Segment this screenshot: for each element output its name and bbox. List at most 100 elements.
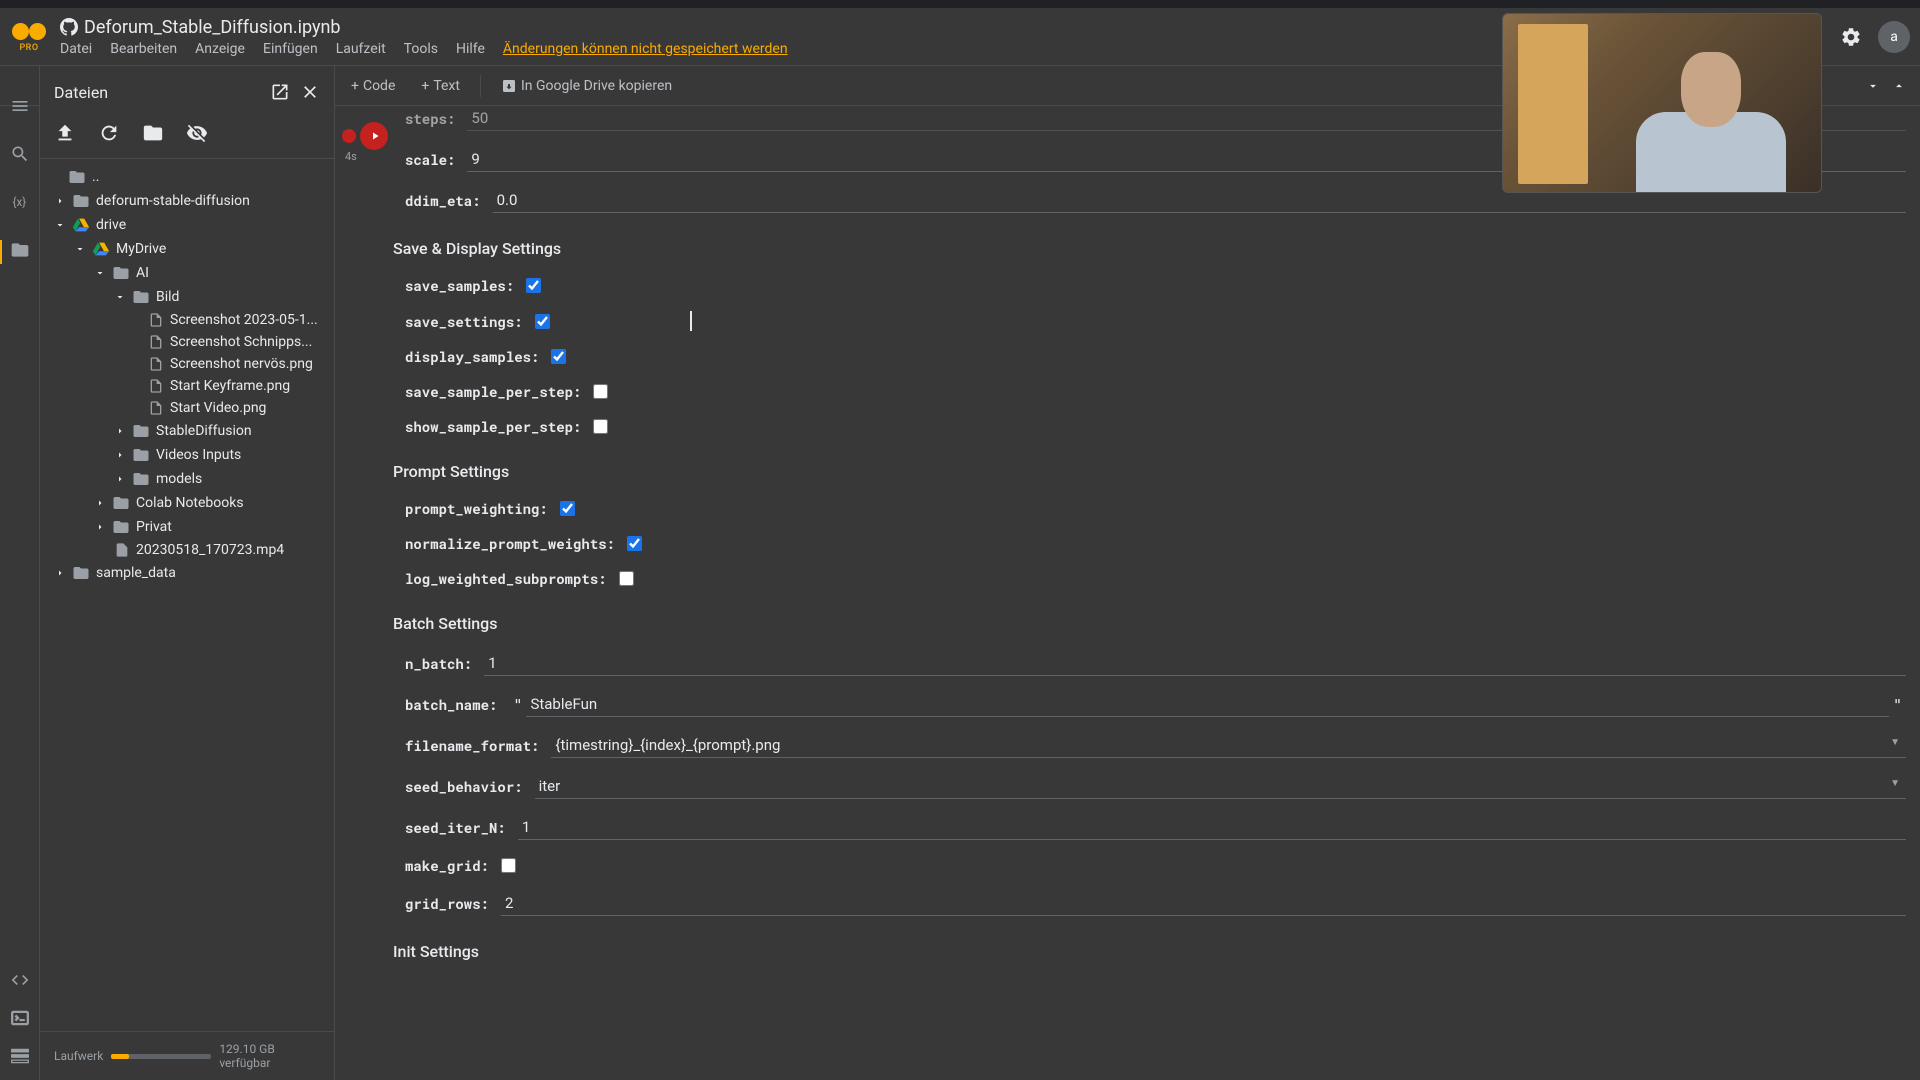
seed-behavior-select[interactable] (535, 774, 1906, 799)
display-samples-checkbox[interactable] (551, 349, 566, 364)
file-icon (148, 334, 164, 350)
gear-icon[interactable] (1840, 26, 1862, 48)
folder-icon (132, 446, 150, 464)
expand-icon (94, 497, 106, 509)
folder-icon (72, 564, 90, 582)
param-label: save_sample_per_step: (405, 382, 581, 401)
close-icon[interactable] (300, 82, 320, 102)
new-window-icon[interactable] (270, 82, 290, 102)
avatar[interactable]: a (1878, 21, 1910, 53)
param-label: scale: (405, 150, 455, 169)
copy-to-drive-button[interactable]: In Google Drive kopieren (495, 74, 678, 98)
param-label: save_settings: (405, 312, 523, 331)
folder-icon (72, 192, 90, 210)
param-label: steps: (405, 109, 455, 128)
normalize-prompt-weights-checkbox[interactable] (627, 536, 642, 551)
grid-rows-input[interactable] (501, 891, 1906, 916)
menu-edit[interactable]: Bearbeiten (110, 41, 177, 57)
folder-icon (10, 240, 30, 260)
save-settings-checkbox[interactable] (535, 314, 550, 329)
save-sample-per-step-checkbox[interactable] (593, 384, 608, 399)
menu-runtime[interactable]: Laufzeit (336, 41, 386, 57)
toc-icon[interactable] (10, 96, 30, 116)
seed-iter-n-input[interactable] (518, 815, 1906, 840)
menu-tools[interactable]: Tools (404, 41, 438, 57)
file-icon (114, 542, 130, 558)
section-header: Prompt Settings (393, 462, 1906, 481)
tree-folder[interactable]: Bild (40, 285, 334, 309)
param-label: filename_format: (405, 736, 539, 755)
param-label: batch_name: (405, 695, 497, 714)
tree-file[interactable]: Screenshot Schnipps... (40, 331, 334, 353)
tree-folder[interactable]: Colab Notebooks (40, 491, 334, 515)
files-sidebar: Dateien .. deforum-stable-diffusion driv… (40, 66, 335, 1080)
folder-icon (112, 518, 130, 536)
prompt-weighting-checkbox[interactable] (560, 501, 575, 516)
colab-logo[interactable]: PRO (10, 18, 48, 56)
tree-folder[interactable]: models (40, 467, 334, 491)
tree-folder[interactable]: StableDiffusion (40, 419, 334, 443)
chevron-up-icon[interactable] (1892, 79, 1906, 93)
batch-name-input[interactable] (526, 692, 1889, 717)
param-label: grid_rows: (405, 894, 489, 913)
file-tree: .. deforum-stable-diffusion drive MyDriv… (40, 159, 334, 1031)
show-sample-per-step-checkbox[interactable] (593, 419, 608, 434)
left-rail: {x} (0, 66, 40, 1080)
drive-icon (92, 240, 110, 258)
add-code-button[interactable]: + Code (345, 74, 401, 98)
file-icon (148, 312, 164, 328)
param-label: make_grid: (405, 856, 489, 875)
param-label: ddim_eta: (405, 191, 481, 210)
refresh-icon[interactable] (98, 122, 120, 144)
tree-folder[interactable]: Videos Inputs (40, 443, 334, 467)
tree-file[interactable]: Screenshot 2023-05-1... (40, 309, 334, 331)
make-grid-checkbox[interactable] (501, 858, 516, 873)
upload-icon[interactable] (54, 122, 76, 144)
tree-parent[interactable]: .. (40, 165, 334, 189)
collapse-icon (74, 243, 86, 255)
log-weighted-subprompts-checkbox[interactable] (619, 571, 634, 586)
tree-folder[interactable]: deforum-stable-diffusion (40, 189, 334, 213)
search-icon[interactable] (10, 144, 30, 164)
save-samples-checkbox[interactable] (526, 278, 541, 293)
tree-file[interactable]: 20230518_170723.mp4 (40, 539, 334, 561)
param-label: log_weighted_subprompts: (405, 569, 607, 588)
tree-file[interactable]: Start Keyframe.png (40, 375, 334, 397)
tree-folder[interactable]: Privat (40, 515, 334, 539)
sidebar-title: Dateien (54, 83, 260, 102)
toggle-hidden-icon[interactable] (186, 122, 208, 144)
variables-icon[interactable]: {x} (10, 192, 30, 212)
tree-folder[interactable]: drive (40, 213, 334, 237)
quote-close: " (1889, 696, 1906, 714)
tree-file[interactable]: Screenshot nervös.png (40, 353, 334, 375)
folder-icon (112, 264, 130, 282)
param-label: n_batch: (405, 654, 472, 673)
code-snippets-icon[interactable] (10, 970, 30, 990)
menu-insert[interactable]: Einfügen (263, 41, 318, 57)
expand-icon (114, 473, 126, 485)
tree-file[interactable]: Start Video.png (40, 397, 334, 419)
save-warning[interactable]: Änderungen können nicht gespeichert werd… (503, 41, 788, 57)
add-text-button[interactable]: + Text (415, 74, 466, 98)
section-header: Save & Display Settings (393, 239, 1906, 258)
mount-drive-icon[interactable] (142, 122, 164, 144)
menu-file[interactable]: Datei (60, 41, 92, 57)
files-tab[interactable] (0, 240, 30, 264)
collapse-icon (114, 291, 126, 303)
filename-format-select[interactable] (551, 733, 1906, 758)
folder-icon (132, 470, 150, 488)
param-label: normalize_prompt_weights: (405, 534, 615, 553)
svg-text:{x}: {x} (12, 195, 26, 209)
command-palette-icon[interactable] (10, 1046, 30, 1066)
param-label: display_samples: (405, 347, 539, 366)
tree-folder[interactable]: sample_data (40, 561, 334, 585)
n-batch-input[interactable] (484, 651, 1906, 676)
menu-view[interactable]: Anzeige (195, 41, 245, 57)
menu-help[interactable]: Hilfe (456, 41, 485, 57)
webcam-overlay (1502, 13, 1822, 193)
tree-folder[interactable]: MyDrive (40, 237, 334, 261)
terminal-icon[interactable] (10, 1008, 30, 1028)
tree-folder[interactable]: AI (40, 261, 334, 285)
expand-icon (114, 425, 126, 437)
chevron-down-icon[interactable] (1866, 79, 1880, 93)
